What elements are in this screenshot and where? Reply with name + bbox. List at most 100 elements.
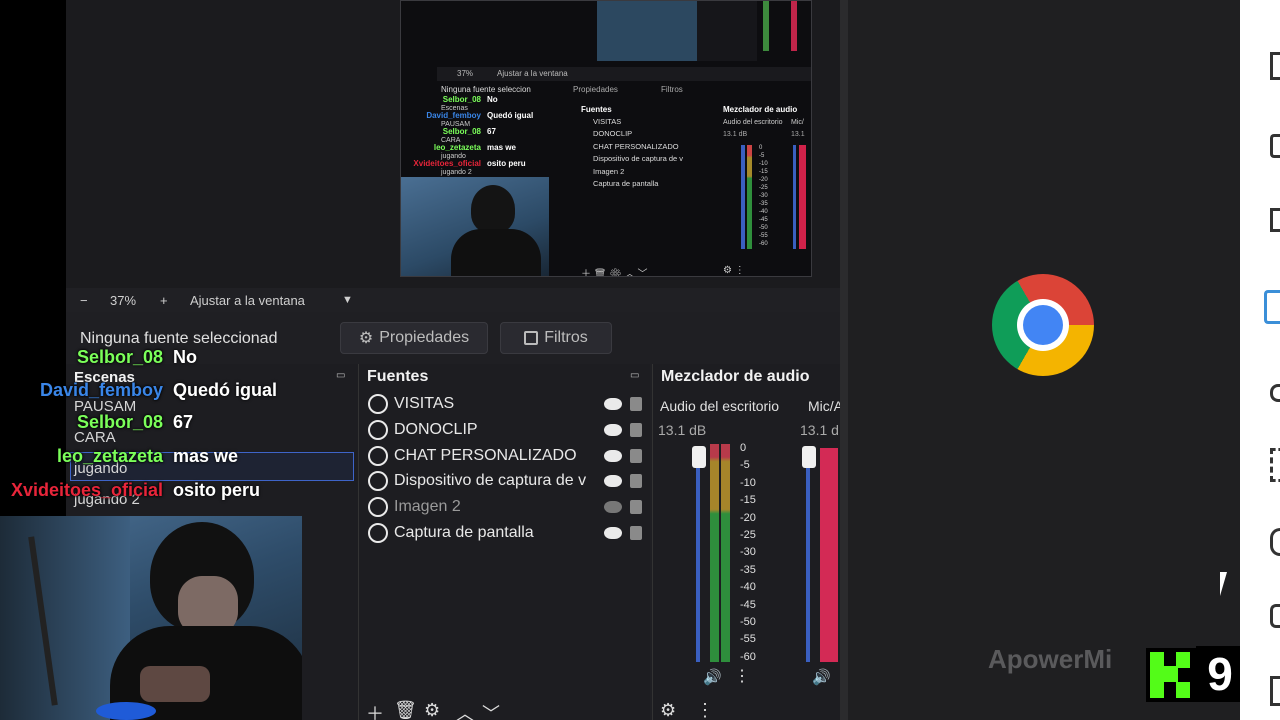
source-type-icon <box>368 471 388 492</box>
eye-hidden-icon[interactable] <box>604 501 622 514</box>
filter-icon <box>524 331 539 345</box>
kick-logo-stem <box>1150 652 1164 698</box>
db-tick-label: -5 <box>740 459 750 472</box>
kick-logo-bottom <box>1176 682 1190 698</box>
mini-db-tick: 0 <box>759 145 763 151</box>
screen-icon[interactable] <box>1264 290 1280 324</box>
db-tick-label: -30 <box>740 546 756 559</box>
source-type-icon <box>368 497 388 518</box>
eye-icon[interactable] <box>604 398 622 410</box>
eye-icon[interactable] <box>604 449 622 462</box>
kebab-menu-icon[interactable]: ⋮ <box>734 666 750 686</box>
properties-button[interactable]: ⚙ Propiedades <box>340 322 488 354</box>
chrome-icon[interactable] <box>992 274 1094 376</box>
mini-chat-message: No <box>487 95 498 104</box>
eye-icon[interactable] <box>604 423 622 436</box>
mini-db-2: 13.1 <box>791 131 805 138</box>
mic-db: 13.1 d <box>800 422 839 438</box>
mini-chat-username: Selbor_08 <box>442 127 481 136</box>
mini-chat-message: 67 <box>487 127 496 136</box>
kick-viewer-count: 9 <box>1196 646 1244 702</box>
gear-icon[interactable]: ⚙ <box>660 700 676 720</box>
trash-icon[interactable]: 🗑 <box>394 700 417 720</box>
desktop-volume-handle[interactable] <box>692 446 706 468</box>
mini-db: 13.1 dB <box>723 131 748 138</box>
db-tick-label: -60 <box>740 650 756 663</box>
mic-volume-slider[interactable] <box>806 452 810 662</box>
mini-meter-1 <box>747 145 752 249</box>
source-label: VISITAS <box>394 395 455 412</box>
fit-window-label[interactable]: Ajustar a la ventana <box>190 293 305 308</box>
webcam-blue-object <box>96 702 156 720</box>
mini-chat-username: Xvideitoes_oficial <box>413 159 481 168</box>
eye-icon[interactable] <box>604 527 622 539</box>
chat-message: Quedó igual <box>173 380 278 400</box>
chat-message: No <box>173 347 197 367</box>
scenes-undock-icon[interactable]: ▭ <box>336 370 345 381</box>
speaker-icon[interactable]: 🔊 <box>703 668 722 686</box>
mini-db-tick: -60 <box>759 241 768 247</box>
mini-zoom-fit: Ajustar a la ventana <box>497 69 568 78</box>
lock-icon[interactable] <box>630 397 642 411</box>
chevron-up-icon[interactable]: ︿ <box>456 700 474 720</box>
sources-undock-icon[interactable]: ▭ <box>630 370 639 381</box>
desktop-volume-slider[interactable] <box>696 452 700 662</box>
lock-icon[interactable] <box>630 500 642 515</box>
lock-icon[interactable] <box>630 474 642 489</box>
lock-icon[interactable] <box>630 422 642 437</box>
mini-chat-message: mas we <box>487 143 516 152</box>
no-source-selected: Ninguna fuente seleccionad <box>80 330 278 347</box>
window-icon[interactable] <box>1270 134 1280 158</box>
mini-zoom-value: 37% <box>457 69 474 78</box>
expand-icon[interactable] <box>1270 52 1280 80</box>
window-divider[interactable] <box>840 0 848 720</box>
mini-source-item: DONOCLIP <box>593 129 633 139</box>
mini-audio-label: Audio del escritorio <box>723 119 783 126</box>
add-source-button[interactable]: ＋ <box>366 700 384 720</box>
webcam-feed <box>0 516 302 720</box>
mini-chat-username: leo_zetazeta <box>433 143 481 152</box>
mini-filters: Filtros <box>661 85 683 94</box>
crop-icon[interactable] <box>1270 448 1280 482</box>
db-tick-label: -50 <box>740 616 756 628</box>
audio-icon[interactable] <box>1270 384 1280 402</box>
desktop-meter-right <box>721 444 730 662</box>
kick-logo-top <box>1176 652 1190 668</box>
mini-no-source: Ninguna fuente seleccion <box>441 85 531 94</box>
cart-icon[interactable] <box>1270 676 1280 706</box>
preview-canvas[interactable]: 37% Ajustar a la ventana Ninguna fuente … <box>400 0 812 277</box>
zoom-out-button[interactable]: − <box>80 293 88 308</box>
eye-icon[interactable] <box>604 475 622 488</box>
db-tick-label: -10 <box>740 476 756 489</box>
db-tick-label: -40 <box>740 581 756 594</box>
mini-top-meter-2 <box>791 1 797 51</box>
source-type-icon <box>368 445 388 466</box>
mini-chat-message: osito peru <box>487 159 526 168</box>
mini-mixer-toolbar: ⚙ ⋮ <box>723 265 745 276</box>
mic-volume-handle[interactable] <box>802 446 816 468</box>
mini-fader <box>741 145 745 249</box>
mic-meter <box>820 448 838 662</box>
chevron-down-icon[interactable]: ▼ <box>342 294 353 306</box>
mini-scene-item: CARA <box>441 137 461 144</box>
lock-icon[interactable] <box>630 448 642 463</box>
filters-label: Filtros <box>544 329 588 346</box>
mini-webcam-body <box>451 229 541 276</box>
filters-button[interactable]: Filtros <box>500 322 612 354</box>
mini-mixer-title: Mezclador de audio <box>723 105 798 114</box>
kebab-menu-icon[interactable]: ⋮ <box>696 700 714 720</box>
chat-message: 67 <box>173 412 194 432</box>
gear-icon[interactable]: ⚙ <box>424 700 440 720</box>
speaker-icon[interactable]: 🔊 <box>812 668 831 686</box>
zoom-in-button[interactable]: + <box>160 293 168 308</box>
link-icon[interactable] <box>1270 604 1280 628</box>
settings-icon[interactable] <box>1270 528 1280 556</box>
kick-logo <box>1146 648 1196 702</box>
mini-db-tick: -15 <box>759 169 768 175</box>
copy-icon[interactable] <box>1270 208 1280 232</box>
chevron-down-icon[interactable]: ﹀ <box>482 700 500 720</box>
mini-scene-item: Escenas <box>441 105 468 112</box>
source-type-icon <box>368 523 388 543</box>
lock-icon[interactable] <box>630 526 642 540</box>
mini-webcam-head <box>471 185 515 233</box>
